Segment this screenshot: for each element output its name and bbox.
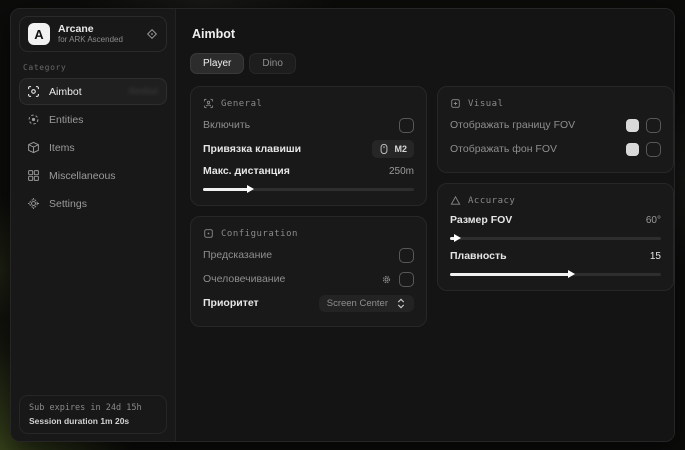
- prediction-label: Предсказание: [203, 249, 272, 261]
- fov-border-label: Отображать границу FOV: [450, 119, 575, 131]
- max-distance-slider[interactable]: [203, 188, 414, 191]
- visual-card: Visual Отображать границу FOV Отображать…: [437, 86, 674, 173]
- sub-expires-text: Sub expires in 24d 15h: [29, 403, 157, 413]
- subscription-info: Sub expires in 24d 15h Session duration …: [19, 395, 167, 434]
- accuracy-card: Accuracy Размер FOV 60° Плавность 15: [437, 183, 674, 291]
- app-name: Arcane: [58, 23, 138, 35]
- fov-border-checkbox[interactable]: [646, 118, 661, 133]
- slider-thumb[interactable]: [568, 270, 575, 278]
- aimbot-crosshair-icon: [27, 85, 40, 98]
- general-card: General Включить Привязка клавиши: [190, 86, 427, 206]
- configuration-card: Configuration Предсказание Очеловечивани…: [190, 216, 427, 327]
- sidebar-item-entities[interactable]: Entities: [19, 106, 167, 133]
- priority-value: Screen Center: [327, 298, 388, 309]
- max-distance-label: Макс. дистанция: [203, 165, 290, 177]
- priority-label: Приоритет: [203, 297, 259, 309]
- humanization-settings-gear-icon[interactable]: [381, 274, 392, 285]
- sidebar-item-label: Items: [49, 142, 75, 154]
- sidebar-item-aimbot[interactable]: Aimbot Aimbot: [19, 78, 167, 105]
- sidebar-item-miscellaneous[interactable]: Miscellaneous: [19, 162, 167, 189]
- person-scan-icon: [203, 98, 214, 109]
- sidebar-item-label: Entities: [49, 114, 83, 126]
- fov-size-value: 60°: [646, 215, 661, 226]
- ghost-text: Aimbot: [128, 86, 158, 97]
- tab-dino[interactable]: Dino: [249, 53, 296, 74]
- humanization-checkbox[interactable]: [399, 272, 414, 287]
- fov-border-color-swatch[interactable]: [626, 119, 639, 132]
- misc-grid-icon: [27, 169, 40, 182]
- fov-size-slider[interactable]: [450, 237, 661, 240]
- app-window: A Arcane for ARK Ascended Category: [10, 8, 675, 442]
- max-distance-value: 250m: [389, 166, 414, 177]
- app-subtitle: for ARK Ascended: [58, 35, 138, 44]
- sidebar-item-items[interactable]: Items: [19, 134, 167, 161]
- smoothness-label: Плавность: [450, 250, 507, 262]
- sidebar-item-settings[interactable]: Settings: [19, 190, 167, 217]
- visual-frame-icon: [450, 98, 461, 109]
- humanization-label: Очеловечивание: [203, 273, 285, 285]
- sidebar-item-label: Aimbot: [49, 86, 82, 98]
- entities-scan-icon: [27, 113, 40, 126]
- section-title-visual: Visual: [468, 99, 504, 109]
- page-title: Aimbot: [192, 27, 674, 41]
- sidebar: A Arcane for ARK Ascended Category: [11, 9, 176, 441]
- slider-thumb[interactable]: [247, 185, 254, 193]
- fov-size-label: Размер FOV: [450, 214, 512, 226]
- app-logo: A: [28, 23, 50, 45]
- main-panel: Aimbot Player Dino: [176, 9, 675, 441]
- sidebar-item-label: Settings: [49, 198, 87, 210]
- tab-player[interactable]: Player: [190, 53, 244, 74]
- brand-card: A Arcane for ARK Ascended: [19, 16, 167, 52]
- session-duration-text: Session duration 1m 20s: [29, 416, 157, 426]
- category-label: Category: [23, 63, 163, 72]
- fov-background-checkbox[interactable]: [646, 142, 661, 157]
- configuration-icon: [203, 228, 214, 239]
- chevron-up-down-icon: [396, 298, 406, 309]
- items-box-icon: [27, 141, 40, 154]
- tab-bar: Player Dino: [190, 53, 674, 74]
- smoothness-value: 15: [650, 251, 661, 262]
- fov-background-color-swatch[interactable]: [626, 143, 639, 156]
- settings-gear-icon: [27, 197, 40, 210]
- section-title-general: General: [221, 99, 262, 109]
- keybind-button[interactable]: M2: [372, 140, 414, 158]
- slider-thumb[interactable]: [454, 234, 461, 242]
- diamond-status-icon[interactable]: [146, 28, 158, 40]
- sidebar-item-label: Miscellaneous: [49, 170, 116, 182]
- sidebar-nav: Aimbot Aimbot Entities: [11, 78, 175, 217]
- smoothness-slider[interactable]: [450, 273, 661, 276]
- prediction-checkbox[interactable]: [399, 248, 414, 263]
- fov-background-label: Отображать фон FOV: [450, 143, 557, 155]
- section-title-configuration: Configuration: [221, 229, 298, 239]
- mouse-icon: [379, 143, 389, 155]
- priority-dropdown[interactable]: Screen Center: [319, 295, 414, 312]
- section-title-accuracy: Accuracy: [468, 196, 515, 206]
- keybind-label: Привязка клавиши: [203, 143, 301, 155]
- accuracy-triangle-icon: [450, 195, 461, 206]
- keybind-value: M2: [394, 144, 407, 154]
- enable-checkbox[interactable]: [399, 118, 414, 133]
- enable-label: Включить: [203, 119, 250, 131]
